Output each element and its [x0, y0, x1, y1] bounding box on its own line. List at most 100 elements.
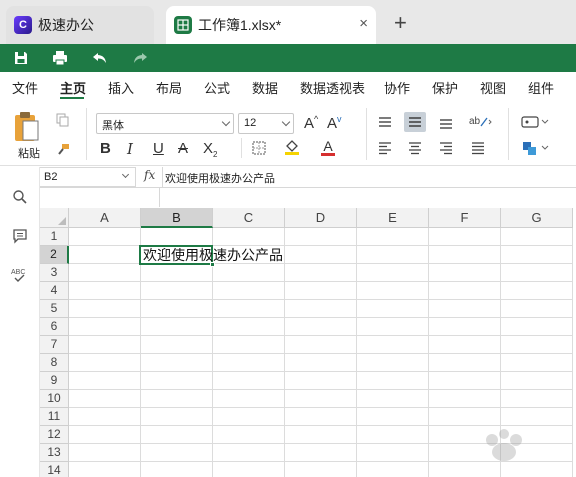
align-top-icon[interactable]	[376, 114, 394, 130]
column-header-c[interactable]: C	[213, 208, 285, 228]
cell-g9[interactable]	[501, 372, 573, 390]
cell-f3[interactable]	[429, 264, 501, 282]
select-all-corner[interactable]	[40, 208, 69, 228]
align-middle-icon[interactable]	[404, 112, 426, 132]
cell-e10[interactable]	[357, 390, 429, 408]
search-icon[interactable]	[11, 188, 29, 206]
conditional-format-icon[interactable]	[520, 139, 550, 157]
column-header-d[interactable]: D	[285, 208, 357, 228]
cell-d14[interactable]	[285, 462, 357, 477]
number-format-icon[interactable]	[520, 114, 550, 130]
cell-g8[interactable]	[501, 354, 573, 372]
cell-a8[interactable]	[69, 354, 141, 372]
cell-f1[interactable]	[429, 228, 501, 246]
spellcheck-icon[interactable]: ABC	[10, 266, 30, 284]
align-right-icon[interactable]	[437, 140, 455, 156]
cell-e2[interactable]	[357, 246, 429, 264]
text-orientation-icon[interactable]: ab	[466, 112, 496, 130]
cell-d12[interactable]	[285, 426, 357, 444]
cell-a7[interactable]	[69, 336, 141, 354]
cell-e3[interactable]	[357, 264, 429, 282]
cell-c4[interactable]	[213, 282, 285, 300]
cell-b5[interactable]	[141, 300, 213, 318]
cell-e12[interactable]	[357, 426, 429, 444]
fill-handle[interactable]	[210, 262, 215, 267]
row-header-14[interactable]: 14	[40, 462, 69, 477]
fill-color-icon[interactable]	[283, 138, 301, 156]
font-color-button[interactable]: A	[320, 137, 336, 157]
cell-a12[interactable]	[69, 426, 141, 444]
new-tab-button[interactable]: +	[394, 12, 407, 34]
cell-f2[interactable]	[429, 246, 501, 264]
row-header-9[interactable]: 9	[40, 372, 69, 390]
row-header-13[interactable]: 13	[40, 444, 69, 462]
italic-button[interactable]: I	[127, 140, 133, 158]
cell-d4[interactable]	[285, 282, 357, 300]
menu-components[interactable]: 组件	[528, 78, 554, 97]
menu-collaborate[interactable]: 协作	[384, 78, 410, 97]
row-header-6[interactable]: 6	[40, 318, 69, 336]
menu-home[interactable]: 主页	[60, 78, 86, 97]
cell-d7[interactable]	[285, 336, 357, 354]
decrease-font-size-button[interactable]: Av	[327, 114, 342, 132]
tab-workbook[interactable]: 工作簿1.xlsx* ×	[166, 6, 376, 44]
cell-c9[interactable]	[213, 372, 285, 390]
menu-file[interactable]: 文件	[12, 78, 38, 97]
align-left-icon[interactable]	[376, 140, 394, 156]
name-box[interactable]: B2	[40, 167, 136, 187]
cell-a3[interactable]	[69, 264, 141, 282]
align-bottom-icon[interactable]	[437, 114, 455, 130]
row-header-11[interactable]: 11	[40, 408, 69, 426]
subscript-button[interactable]: X2	[203, 140, 217, 159]
bold-button[interactable]: B	[100, 140, 111, 157]
cell-b8[interactable]	[141, 354, 213, 372]
function-icon[interactable]: fx	[144, 168, 155, 182]
cell-a13[interactable]	[69, 444, 141, 462]
cell-b3[interactable]	[141, 264, 213, 282]
menu-insert[interactable]: 插入	[108, 78, 134, 97]
cell-f7[interactable]	[429, 336, 501, 354]
cell-e1[interactable]	[357, 228, 429, 246]
row-header-1[interactable]: 1	[40, 228, 69, 246]
cell-c14[interactable]	[213, 462, 285, 477]
cell-g1[interactable]	[501, 228, 573, 246]
cell-b9[interactable]	[141, 372, 213, 390]
cell-a2[interactable]	[69, 246, 141, 264]
borders-icon[interactable]	[251, 140, 267, 156]
cell-a11[interactable]	[69, 408, 141, 426]
save-icon[interactable]	[12, 49, 30, 67]
cell-a14[interactable]	[69, 462, 141, 477]
cell-e7[interactable]	[357, 336, 429, 354]
cell-c7[interactable]	[213, 336, 285, 354]
cell-c12[interactable]	[213, 426, 285, 444]
column-header-b[interactable]: B	[141, 208, 213, 228]
cell-b6[interactable]	[141, 318, 213, 336]
cell-c11[interactable]	[213, 408, 285, 426]
row-header-2[interactable]: 2	[40, 246, 69, 264]
font-size-select[interactable]: 12	[238, 113, 294, 134]
cell-f9[interactable]	[429, 372, 501, 390]
cell-a10[interactable]	[69, 390, 141, 408]
format-painter-icon[interactable]	[55, 142, 71, 158]
tab-app-home[interactable]: C 极速办公	[6, 6, 154, 44]
cell-d5[interactable]	[285, 300, 357, 318]
cell-b12[interactable]	[141, 426, 213, 444]
cell-f5[interactable]	[429, 300, 501, 318]
increase-font-size-button[interactable]: A^	[304, 114, 318, 132]
menu-data[interactable]: 数据	[252, 78, 278, 97]
copy-icon[interactable]	[55, 112, 71, 128]
cell-b10[interactable]	[141, 390, 213, 408]
cell-e8[interactable]	[357, 354, 429, 372]
column-header-e[interactable]: E	[357, 208, 429, 228]
redo-icon[interactable]	[131, 49, 149, 67]
cell-g5[interactable]	[501, 300, 573, 318]
cell-a4[interactable]	[69, 282, 141, 300]
formula-input[interactable]: 欢迎使用极速办公产品	[165, 170, 275, 186]
menu-pivot-table[interactable]: 数据透视表	[300, 78, 365, 97]
close-icon[interactable]: ×	[359, 15, 368, 32]
cell-d8[interactable]	[285, 354, 357, 372]
cell-d1[interactable]	[285, 228, 357, 246]
row-header-12[interactable]: 12	[40, 426, 69, 444]
cell-a5[interactable]	[69, 300, 141, 318]
cell-c3[interactable]	[213, 264, 285, 282]
